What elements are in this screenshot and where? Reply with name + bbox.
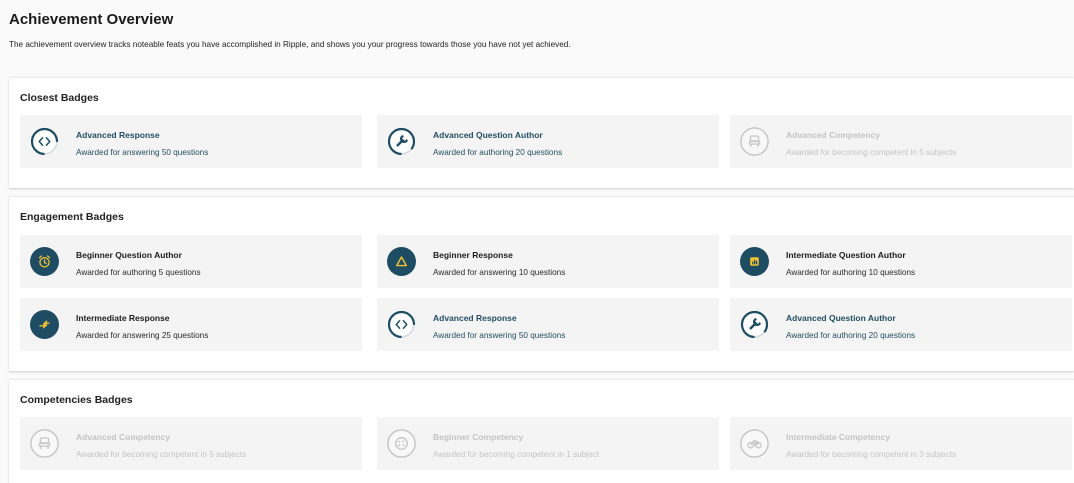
badge-description: Awarded for answering 25 questions [76,331,209,340]
badge-description: Awarded for becoming competent in 1 subj… [433,450,599,459]
bicycle-icon [740,429,769,458]
badge-card[interactable]: Intermediate Response Awarded for answer… [20,298,362,351]
badge-card[interactable]: Advanced Competency Awarded for becoming… [20,417,362,470]
badge-description: Awarded for becoming competent in 5 subj… [786,148,957,157]
page-description: The achievement overview tracks noteable… [9,40,571,49]
section-title: Engagement Badges [20,211,124,223]
badge-card[interactable]: Beginner Competency Awarded for becoming… [377,417,719,470]
badge-title: Intermediate Response [76,313,170,323]
badge-description: Awarded for authoring 10 questions [786,268,916,277]
badge-card[interactable]: Advanced Question Author Awarded for aut… [730,298,1072,351]
badge-card[interactable]: Advanced Competency Awarded for becoming… [730,115,1072,168]
badge-title: Advanced Question Author [433,130,543,140]
badge-description: Awarded for becoming competent in 3 subj… [786,450,957,459]
badge-title: Advanced Question Author [786,313,896,323]
badge-card[interactable]: Advanced Response Awarded for answering … [377,298,719,351]
badge-description: Awarded for answering 10 questions [433,268,566,277]
bar-chart-icon [740,247,769,276]
badge-description: Awarded for becoming competent in 5 subj… [76,450,247,459]
badge-title: Advanced Response [76,130,160,140]
badge-description: Awarded for authoring 20 questions [433,148,563,157]
chair-icon [30,429,59,458]
badge-description: Awarded for authoring 20 questions [786,331,916,340]
palette-icon [387,429,416,458]
badge-card[interactable]: Beginner Response Awarded for answering … [377,235,719,288]
badge-description: Awarded for authoring 5 questions [76,268,201,277]
code-brackets-icon [30,127,59,156]
badge-title: Intermediate Question Author [786,250,906,260]
chair-icon [740,127,769,156]
badge-title: Beginner Question Author [76,250,182,260]
badge-card[interactable]: Advanced Question Author Awarded for aut… [377,115,719,168]
badge-card[interactable]: Intermediate Competency Awarded for beco… [730,417,1072,470]
badge-title: Intermediate Competency [786,432,890,442]
badge-title: Beginner Response [433,250,513,260]
page-title: Achievement Overview [9,11,174,28]
triangle-icon [387,247,416,276]
wrench-icon [740,310,769,339]
badge-card[interactable]: Intermediate Question Author Awarded for… [730,235,1072,288]
alarm-clock-icon [30,247,59,276]
badge-description: Awarded for answering 50 questions [76,148,209,157]
badge-title: Beginner Competency [433,432,524,442]
section-competencies-badges: Competencies Badges Advanced Competency … [9,379,1074,483]
wrench-icon [387,127,416,156]
badge-title: Advanced Response [433,313,517,323]
section-engagement-badges: Engagement Badges Beginner Question Auth… [9,196,1074,371]
badge-title: Advanced Competency [76,432,170,442]
swap-arrows-icon [30,310,59,339]
badge-title: Advanced Competency [786,130,880,140]
section-closest-badges: Closest Badges Advanced Response Awarded… [9,77,1074,188]
section-title: Closest Badges [20,92,99,104]
badge-card[interactable]: Beginner Question Author Awarded for aut… [20,235,362,288]
code-brackets-icon [387,310,416,339]
badge-card[interactable]: Advanced Response Awarded for answering … [20,115,362,168]
badge-description: Awarded for answering 50 questions [433,331,566,340]
section-title: Competencies Badges [20,394,133,406]
